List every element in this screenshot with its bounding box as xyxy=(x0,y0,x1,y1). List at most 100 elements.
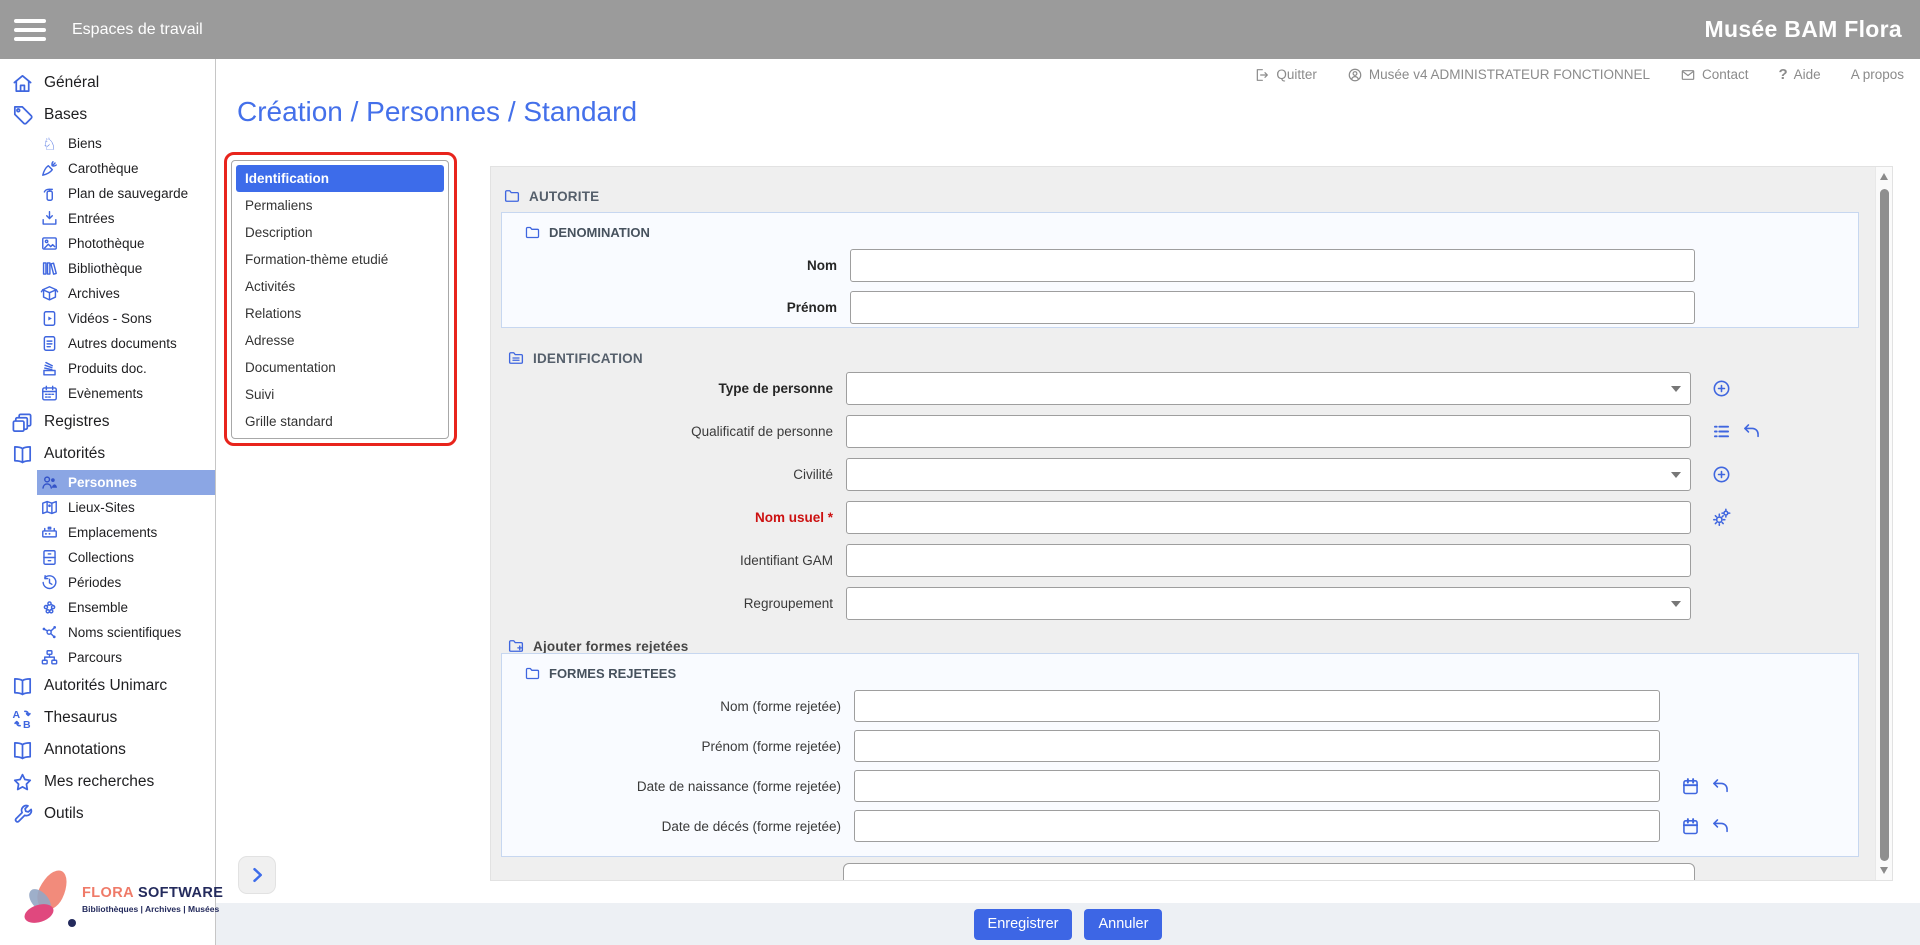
expand-panel-button[interactable] xyxy=(238,856,276,894)
sidebar-item-thesaurus[interactable]: ABThesaurus xyxy=(0,702,215,734)
sidebar-item-outils[interactable]: Outils xyxy=(0,798,215,830)
folder-icon xyxy=(524,665,541,682)
sidebar-item-phototheque[interactable]: Photothèque xyxy=(37,231,215,256)
plus-circle-icon[interactable] xyxy=(1711,378,1732,399)
tab-relations[interactable]: Relations xyxy=(236,300,444,327)
sidebar-item-label: Carothèque xyxy=(68,161,139,176)
sidebar-item-bases[interactable]: Bases xyxy=(0,99,215,131)
svg-text:♘: ♘ xyxy=(42,134,57,153)
sidebar-item-label: Entrées xyxy=(68,211,115,226)
nom-usuel-input[interactable] xyxy=(846,501,1691,534)
sidebar-item-videos-sons[interactable]: Vidéos - Sons xyxy=(37,306,215,331)
sidebar-item-autorites[interactable]: Autorités xyxy=(0,438,215,470)
tab-description[interactable]: Description xyxy=(236,219,444,246)
sidebar-item-personnes[interactable]: Personnes xyxy=(37,470,215,495)
section-autorite: AUTORITE xyxy=(503,187,599,205)
sidebar-item-biens[interactable]: ♘ Biens xyxy=(37,131,215,156)
svg-text:B: B xyxy=(23,719,31,730)
sidebar-item-bibliotheque[interactable]: Bibliothèque xyxy=(37,256,215,281)
sidebar-item-archives[interactable]: Archives xyxy=(37,281,215,306)
partial-input[interactable] xyxy=(843,863,1695,881)
about-link[interactable]: A propos xyxy=(1851,67,1904,82)
date-de-naissance-forme-rejetee-input[interactable] xyxy=(854,770,1660,802)
file-text-icon xyxy=(40,334,59,353)
prenom-input[interactable] xyxy=(850,291,1695,324)
tab-adresse[interactable]: Adresse xyxy=(236,327,444,354)
form-row-qualificatif-de-personne: Qualificatif de personne xyxy=(491,410,1877,453)
sidebar-item-label: Biens xyxy=(68,136,102,151)
form-row-nom-forme-rejetee: Nom (forme rejetée) xyxy=(502,686,1858,726)
chevron-right-icon xyxy=(247,865,267,885)
workspace-label[interactable]: Espaces de travail xyxy=(72,21,203,39)
tab-suivi[interactable]: Suivi xyxy=(236,381,444,408)
sidebar-item-plan-de-sauvegarde[interactable]: Plan de sauvegarde xyxy=(37,181,215,206)
form-row-civilite: Civilité xyxy=(491,453,1877,496)
regroupement-select[interactable] xyxy=(846,587,1691,620)
menu-icon[interactable] xyxy=(14,19,46,41)
home-icon xyxy=(11,72,34,95)
sidebar-item-evenements[interactable]: Evènements xyxy=(37,381,215,406)
scrollbar-thumb[interactable] xyxy=(1880,189,1889,861)
sidebar-item-annotations[interactable]: Annotations xyxy=(0,734,215,766)
sitemap-icon xyxy=(40,648,59,667)
translate-icon: AB xyxy=(11,707,34,730)
list-icon[interactable] xyxy=(1711,421,1732,442)
user-menu[interactable]: Musée v4 ADMINISTRATEUR FONCTIONNEL xyxy=(1347,67,1650,83)
sidebar-item-produits-doc[interactable]: Produits doc. xyxy=(37,356,215,381)
undo-icon[interactable] xyxy=(1710,816,1731,837)
quit-link[interactable]: Quitter xyxy=(1254,67,1317,83)
cancel-button[interactable]: Annuler xyxy=(1084,909,1162,940)
sidebar-item-autorites-unimarc[interactable]: Autorités Unimarc xyxy=(0,670,215,702)
sidebar-item-noms-scientifiques[interactable]: Noms scientifiques xyxy=(37,620,215,645)
sidebar-item-general[interactable]: Général xyxy=(0,67,215,99)
sidebar-item-registres[interactable]: Registres xyxy=(0,406,215,438)
form-scrollbar xyxy=(1875,167,1892,880)
sidebar-item-carotheque[interactable]: Carothèque xyxy=(37,156,215,181)
calendar-icon[interactable] xyxy=(1680,776,1701,797)
sidebar-item-periodes[interactable]: Périodes xyxy=(37,570,215,595)
gears-icon[interactable] xyxy=(1711,507,1732,528)
undo-icon[interactable] xyxy=(1710,776,1731,797)
civilite-select[interactable] xyxy=(846,458,1691,491)
sidebar-item-entrees[interactable]: Entrées xyxy=(37,206,215,231)
file-video-icon xyxy=(40,309,59,328)
field-label: Civilité xyxy=(491,467,846,482)
save-button[interactable]: Enregistrer xyxy=(974,909,1073,940)
qualificatif-de-personne-input[interactable] xyxy=(846,415,1691,448)
sidebar-item-label: Collections xyxy=(68,550,134,565)
chevron-down-icon xyxy=(1671,601,1681,607)
tag-icon xyxy=(11,104,34,127)
field-label: Nom (forme rejetée) xyxy=(502,699,854,714)
field-label: Date de décés (forme rejetée) xyxy=(502,819,854,834)
logo-name: FLORASOFTWARE xyxy=(82,885,223,901)
undo-icon[interactable] xyxy=(1741,421,1762,442)
sidebar-item-collections[interactable]: Collections xyxy=(37,545,215,570)
scroll-up-arrow[interactable] xyxy=(1880,173,1888,180)
nom-input[interactable] xyxy=(850,249,1695,282)
tab-grille-standard[interactable]: Grille standard xyxy=(236,408,444,435)
sidebar-item-emplacements[interactable]: Emplacements xyxy=(37,520,215,545)
type-de-personne-select[interactable] xyxy=(846,372,1691,405)
scroll-down-arrow[interactable] xyxy=(1880,867,1888,874)
form-row-identifiant-gam: Identifiant GAM xyxy=(491,539,1877,582)
tab-permaliens[interactable]: Permaliens xyxy=(236,192,444,219)
sidebar-item-lieux-sites[interactable]: Lieux-Sites xyxy=(37,495,215,520)
tab-activites[interactable]: Activités xyxy=(236,273,444,300)
contact-link[interactable]: Contact xyxy=(1680,67,1749,83)
sidebar-item-parcours[interactable]: Parcours xyxy=(37,645,215,670)
tab-formation-theme-etudie[interactable]: Formation-thème etudié xyxy=(236,246,444,273)
prenom-forme-rejetee-input[interactable] xyxy=(854,730,1660,762)
tab-identification[interactable]: Identification xyxy=(236,165,444,192)
calendar-icon[interactable] xyxy=(1680,816,1701,837)
plus-circle-icon[interactable] xyxy=(1711,464,1732,485)
sidebar-item-label: Général xyxy=(44,74,99,92)
field-label: Prénom xyxy=(502,300,850,315)
sidebar-item-mes-recherches[interactable]: Mes recherches xyxy=(0,766,215,798)
date-de-deces-forme-rejetee-input[interactable] xyxy=(854,810,1660,842)
identifiant-gam-input[interactable] xyxy=(846,544,1691,577)
nom-forme-rejetee-input[interactable] xyxy=(854,690,1660,722)
help-link[interactable]: ? Aide xyxy=(1779,66,1821,83)
sidebar-item-autres-documents[interactable]: Autres documents xyxy=(37,331,215,356)
sidebar-item-ensemble[interactable]: Ensemble xyxy=(37,595,215,620)
tab-documentation[interactable]: Documentation xyxy=(236,354,444,381)
